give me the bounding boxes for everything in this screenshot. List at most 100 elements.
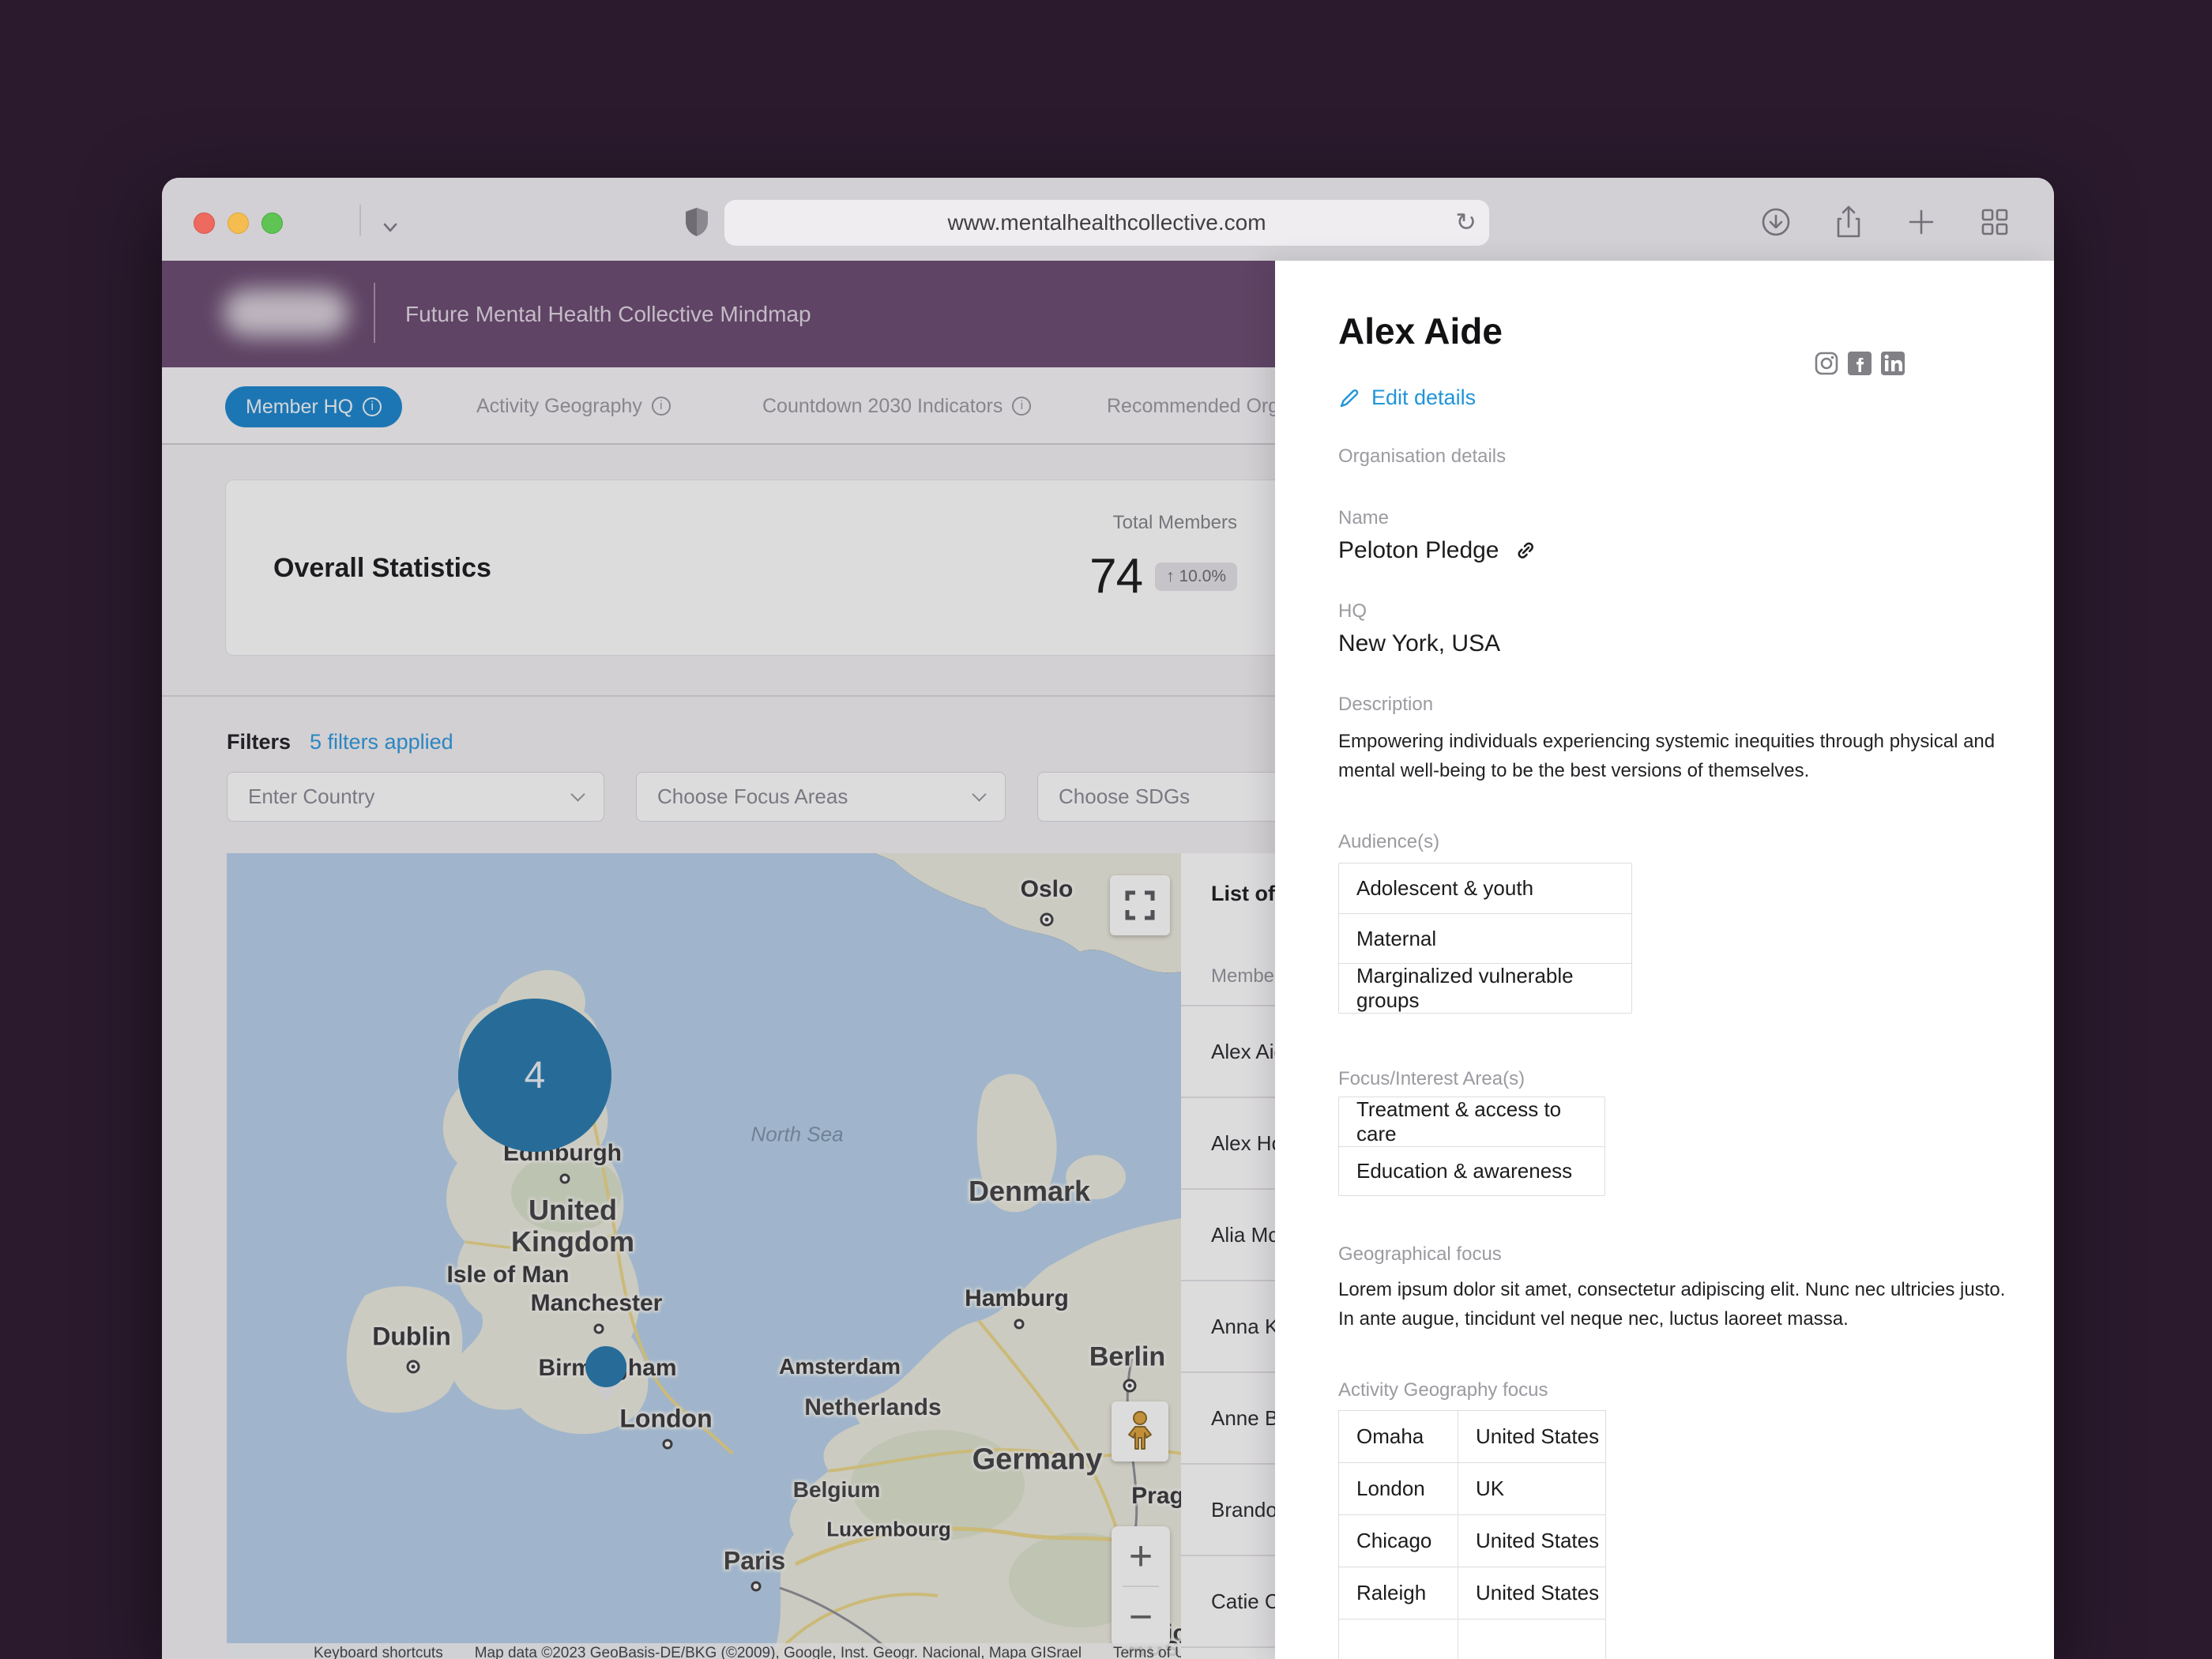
map-label-germany: Germany [972,1443,1103,1477]
activity-geography-table: Omaha United States London UK Chicago Un… [1338,1410,1606,1659]
filters-section: Filters 5 filters applied Enter Country … [162,695,1401,853]
downloads-icon[interactable] [1760,206,1792,238]
geographical-focus-text: Lorem ipsum dolor sit amet, consectetur … [1338,1279,2006,1330]
stats-title: Overall Statistics [273,553,491,583]
focus-area-item: Education & awareness [1339,1146,1604,1195]
map-label-london: London [619,1404,713,1433]
map-label-north-sea: North Sea [750,1122,844,1146]
zoom-out-button[interactable]: − [1112,1587,1170,1646]
terms-link[interactable]: Terms of Use [1113,1645,1181,1659]
browser-window: www.mentalhealthcollective.com ↻ Future … [162,178,2054,1659]
reload-icon[interactable]: ↻ [1455,207,1477,237]
focus-areas-filter-dropdown[interactable]: Choose Focus Areas [636,772,1006,822]
map-label-isle-of-man: Isle of Man [446,1262,570,1288]
city-dot [593,1323,604,1334]
map-label-netherlands: Netherlands [804,1394,942,1420]
link-icon[interactable] [1514,539,1537,562]
description-text: Empowering individuals experiencing syst… [1338,731,1996,781]
city-dot [406,1360,420,1374]
map-label-luxembourg: Luxembourg [826,1517,951,1541]
audience-item: Marginalized vulnerable groups [1339,963,1631,1013]
map-pin-marker[interactable] [582,1343,630,1403]
tab-recommended-orgs[interactable]: Recommended Orga [1107,367,1290,445]
fullscreen-button[interactable] [1110,875,1170,935]
toolbar-divider [359,205,361,236]
audience-table: Adolescent & youth Maternal Marginalized… [1338,863,1632,1014]
city-dot [662,1439,673,1450]
app-logo-blurred [224,289,348,337]
map-cluster-marker[interactable]: 4 [458,999,611,1152]
linkedin-icon[interactable] [1880,351,1905,376]
map-label-oslo: Oslo [1020,876,1074,902]
keyboard-shortcuts-link[interactable]: Keyboard shortcuts [314,1645,443,1659]
delta-badge: ↑ 10.0% [1155,562,1237,591]
map-base-art [227,853,1181,1659]
close-window-button[interactable] [194,213,215,234]
new-tab-icon[interactable] [1905,206,1937,238]
description-label: Description [1338,694,1434,715]
info-icon[interactable] [1012,397,1032,416]
pencil-icon [1340,389,1359,407]
filters-applied-link[interactable]: 5 filters applied [310,730,453,754]
facebook-icon[interactable] [1847,351,1872,376]
tab-activity-geography[interactable]: Activity Geography [476,367,671,445]
map-label-prague: Prague [1131,1483,1181,1509]
shield-privacy-icon[interactable] [683,206,710,238]
tab-member-hq[interactable]: Member HQ [225,386,403,427]
instagram-icon[interactable] [1814,351,1839,376]
app-header: Future Mental Health Collective Mindmap [162,261,1275,367]
activity-row: Omaha United States [1339,1411,1605,1462]
audience-item: Maternal [1339,913,1631,963]
map-label-berlin: Berlin [1089,1341,1166,1372]
zoom-in-button[interactable]: + [1112,1526,1170,1586]
app-title: Future Mental Health Collective Mindmap [405,301,811,326]
header-divider [374,283,375,343]
minimize-window-button[interactable] [228,213,249,234]
fullscreen-icon [1125,890,1155,920]
tab-bar: Member HQ Activity Geography Countdown 2… [162,367,1290,445]
map-data-text: Map data ©2023 GeoBasis-DE/BKG (©2009), … [474,1645,1082,1659]
total-members-value: 74 [1089,549,1143,604]
info-icon[interactable] [651,397,671,416]
member-column-header: Member [1211,965,1281,987]
focus-area-item: Treatment & access to care [1356,1097,1562,1146]
zoom-window-button[interactable] [261,213,283,234]
map-label-belgium: Belgium [792,1477,881,1502]
edit-details-button[interactable]: Edit details [1338,386,1476,410]
org-name-value: Peloton Pledge [1338,537,1537,564]
tab-overview-icon[interactable] [1978,205,2011,239]
info-icon[interactable] [363,397,382,416]
member-detail-drawer: Alex Aide Edit details Organisation deta… [1275,261,2054,1659]
name-field-label: Name [1338,507,1390,529]
pegman-button[interactable] [1112,1401,1168,1462]
activity-row: Chicago United States [1339,1514,1605,1567]
map-label-manchester: Manchester [530,1290,663,1316]
map-attribution: Keyboard shortcuts Map data ©2023 GeoBas… [227,1643,1181,1659]
map-zoom-control: + − [1112,1526,1170,1646]
map-label-hamburg: Hamburg [965,1285,1069,1311]
pegman-icon [1128,1411,1152,1450]
filters-label: Filters [227,730,292,754]
audience-item: Adolescent & youth [1356,876,1534,900]
focus-areas-table: Treatment & access to care Education & a… [1338,1097,1605,1196]
chevron-down-icon [972,787,987,802]
city-dot [1123,1379,1137,1393]
chevron-down-icon[interactable] [377,214,404,241]
hq-field-label: HQ [1338,600,1367,622]
tab-countdown-2030[interactable]: Countdown 2030 Indicators [762,367,1032,445]
country-filter-dropdown[interactable]: Enter Country [227,772,604,822]
address-bar[interactable]: www.mentalhealthcollective.com ↻ [724,200,1489,246]
map-label-denmark: Denmark [968,1175,1091,1207]
activity-geography-label: Activity Geography focus [1338,1379,1548,1401]
activity-row [1339,1619,1605,1659]
total-members-label: Total Members [1112,512,1237,533]
map-label-amsterdam: Amsterdam [778,1354,901,1379]
focus-areas-label: Focus/Interest Area(s) [1338,1068,1525,1089]
map-label-dublin: Dublin [372,1322,451,1351]
city-dot [750,1581,762,1592]
page-content: Future Mental Health Collective Mindmap … [162,261,1489,1659]
hq-value: New York, USA [1338,630,1501,656]
browser-toolbar: www.mentalhealthcollective.com ↻ [162,178,2054,261]
map-canvas[interactable]: Oslo North Sea Edinburgh United Kingdom … [227,853,1181,1659]
share-icon[interactable] [1833,205,1864,239]
